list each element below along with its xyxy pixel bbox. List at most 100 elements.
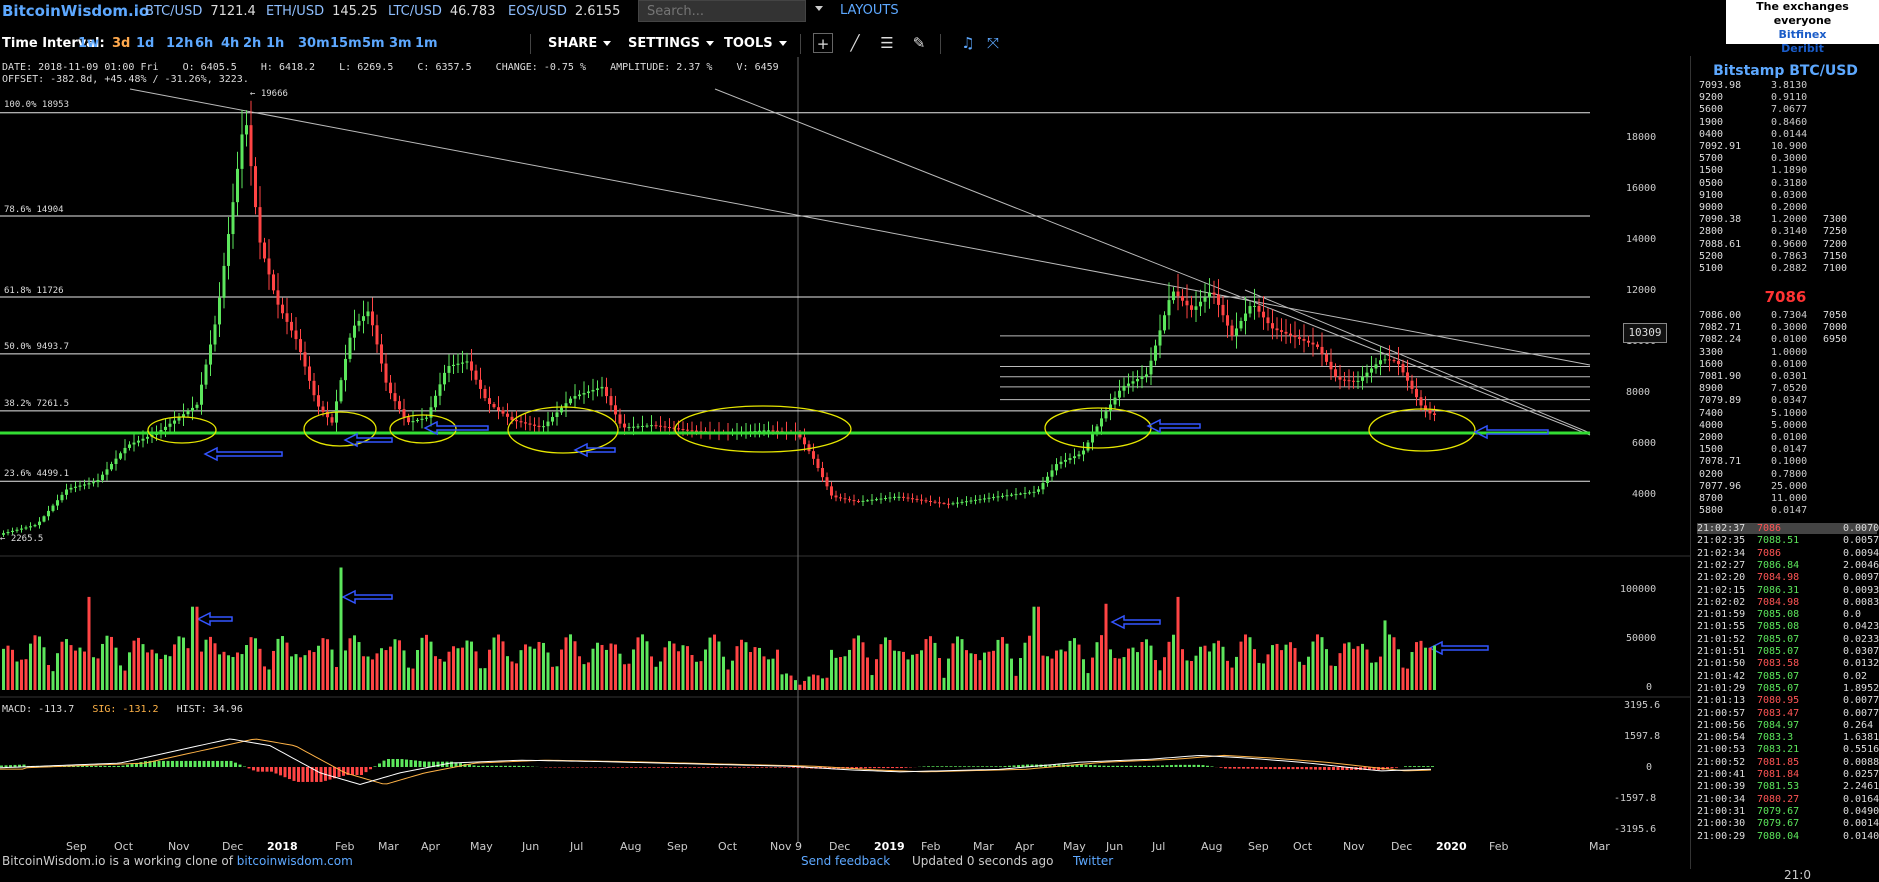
macd-histogram-bar [639, 767, 642, 768]
macd-histogram-bar [410, 760, 413, 767]
candle-body [1294, 335, 1297, 337]
tools-menu[interactable]: TOOLS [724, 36, 787, 51]
interval-15m[interactable]: 15m [330, 36, 362, 51]
volume-bar [124, 671, 127, 690]
candle-body [952, 503, 955, 504]
candle-body [308, 367, 311, 381]
trade-row: 21:00:567084.970.264 [1697, 720, 1745, 731]
volume-bar [587, 662, 590, 690]
macd-histogram-bar [990, 766, 993, 767]
candle-body [925, 500, 928, 501]
macd-histogram-bar [1310, 767, 1313, 769]
ticker-btc[interactable]: BTC/USD7121.4 [145, 4, 256, 19]
send-feedback-link[interactable]: Send feedback [801, 854, 890, 868]
candle-body [1357, 381, 1360, 382]
candle-body [196, 405, 199, 408]
ticker-eos[interactable]: EOS/USD2.6155 [508, 4, 620, 19]
horizontal-lines-icon[interactable]: ☰ [877, 33, 897, 53]
trendline-icon[interactable]: ╱ [845, 33, 865, 53]
footer-credit: BitcoinWisdom.io is a working clone of b… [2, 854, 353, 868]
volume-bar [619, 654, 622, 690]
volume-bar [767, 659, 770, 690]
candle-body [628, 427, 631, 428]
exchange-ad[interactable]: The exchanges everyone Bitfinex Deribit [1726, 0, 1879, 44]
candle-body [385, 364, 388, 383]
high-annotation: ← 19666 [250, 89, 288, 99]
interval-30m[interactable]: 30m [298, 36, 330, 51]
fullscreen-icon[interactable]: ⤧ [983, 33, 1003, 53]
candle-body [403, 409, 406, 417]
candle-body [821, 468, 824, 477]
volume-bar [128, 652, 131, 690]
volume-bar [380, 648, 383, 690]
bell-icon[interactable]: ♫ [958, 33, 978, 53]
ad-link-bitfinex[interactable]: Bitfinex [1726, 28, 1879, 42]
macd-histogram-bar [518, 766, 521, 767]
volume-bar [862, 642, 865, 690]
volume-bar [191, 607, 194, 690]
layouts-link[interactable]: LAYOUTS [840, 3, 899, 18]
volume-bar [637, 637, 640, 690]
volume-bar [1307, 657, 1310, 690]
candle-body [79, 486, 82, 487]
ticker-ltc[interactable]: LTC/USD46.783 [388, 4, 495, 19]
highlight-ellipse [1369, 409, 1475, 451]
macd-histogram-bar [635, 767, 638, 768]
price-axis-label: 14000 [1626, 234, 1656, 245]
price-chart[interactable] [0, 57, 1690, 842]
volume-bar [902, 652, 905, 690]
volume-bar [857, 635, 860, 690]
macd-histogram-bar [720, 767, 723, 768]
candle-body [110, 464, 113, 469]
candle-body [938, 502, 941, 503]
macd-histogram-bar [986, 766, 989, 767]
interval-3m[interactable]: 3m [389, 36, 412, 51]
macd-histogram-bar [1301, 767, 1304, 769]
interval-1d[interactable]: 1d [136, 36, 154, 51]
candle-body [817, 459, 820, 468]
volume-bar [1132, 648, 1135, 690]
macd-histogram-bar [963, 766, 966, 767]
macd-histogram-bar [1283, 767, 1286, 769]
crosshair-icon[interactable]: + [813, 33, 833, 53]
volume-bar [1397, 649, 1400, 690]
x-axis-label: Aug [1201, 840, 1222, 853]
volume-bar [1109, 649, 1112, 690]
candle-body [907, 498, 910, 499]
brand-logo[interactable]: BitcoinWisdom.io [2, 2, 149, 20]
x-axis-label: Jul [570, 840, 583, 853]
settings-menu[interactable]: SETTINGS [628, 36, 714, 51]
volume-bar [871, 675, 874, 690]
x-axis-label: Dec [1391, 840, 1412, 853]
volume-bar [506, 656, 509, 690]
ticker-eth[interactable]: ETH/USD145.25 [266, 4, 378, 19]
search-input[interactable] [638, 0, 806, 22]
draw-pen-icon[interactable]: ✎ [909, 33, 929, 53]
footer-link[interactable]: bitcoinwisdom.com [237, 854, 353, 868]
interval-1w[interactable]: 1w [78, 36, 99, 51]
interval-2h[interactable]: 2h [243, 36, 261, 51]
interval-6h[interactable]: 6h [195, 36, 213, 51]
interval-12h[interactable]: 12h [166, 36, 193, 51]
candle-body [848, 499, 851, 500]
interval-1m[interactable]: 1m [415, 36, 438, 51]
candle-body [668, 427, 671, 428]
macd-histogram-bar [1229, 767, 1232, 769]
macd-histogram-bar [896, 767, 899, 768]
ad-link-deribit[interactable]: Deribit [1726, 42, 1879, 56]
candle-body [1078, 454, 1081, 456]
macd-histogram-bar [117, 766, 120, 767]
interval-1h[interactable]: 1h [266, 36, 284, 51]
interval-5m[interactable]: 5m [362, 36, 385, 51]
market-title[interactable]: Bitstamp BTC/USD [1691, 63, 1879, 79]
fib-label: 61.8% 11726 [4, 286, 64, 296]
interval-4h[interactable]: 4h [221, 36, 239, 51]
twitter-link[interactable]: Twitter [1073, 854, 1113, 868]
volume-bar [1141, 642, 1144, 690]
macd-histogram-bar [1265, 767, 1268, 769]
search-dropdown-icon[interactable] [815, 6, 823, 11]
volume-bar [889, 640, 892, 690]
interval-3d[interactable]: 3d [112, 36, 130, 51]
share-menu[interactable]: SHARE [548, 36, 611, 51]
macd-histogram-bar [1314, 767, 1317, 770]
